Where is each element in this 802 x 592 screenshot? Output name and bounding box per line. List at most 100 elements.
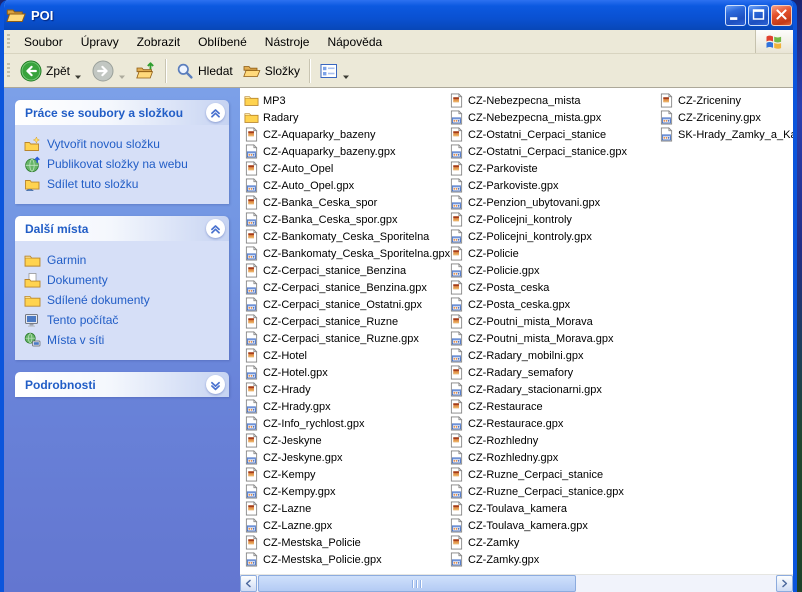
search-button[interactable]: Hledat — [171, 60, 238, 82]
task-link[interactable]: Publikovat složky na webu — [24, 154, 225, 174]
panel-header[interactable]: Podrobnosti — [15, 372, 229, 397]
chevron-up-icon[interactable] — [206, 219, 225, 238]
file-item[interactable]: CZ-Nebezpecna_mista — [449, 92, 654, 109]
task-link[interactable]: Sdílet tuto složku — [24, 174, 225, 194]
scroll-right-button[interactable] — [776, 575, 793, 592]
task-link[interactable]: Tento počítač — [24, 310, 225, 330]
file-item[interactable]: CZ-Lazne — [244, 500, 449, 517]
file-item[interactable]: CZ-Info_rychlost.gpx — [244, 415, 449, 432]
file-item[interactable]: CZ-Cerpaci_stanice_Ruzne — [244, 313, 449, 330]
panel-header[interactable]: Další místa — [15, 216, 229, 241]
file-item[interactable]: CZ-Ruzne_Cerpaci_stanice.gpx — [449, 483, 654, 500]
file-item[interactable]: CZ-Zamky — [449, 534, 654, 551]
menu-item-1[interactable]: Úpravy — [72, 32, 128, 52]
chevron-down-icon[interactable] — [206, 375, 225, 394]
file-item[interactable]: CZ-Poutni_mista_Morava — [449, 313, 654, 330]
file-item[interactable]: CZ-Kempy.gpx — [244, 483, 449, 500]
menubar-grip[interactable] — [7, 34, 10, 50]
file-item[interactable]: CZ-Lazne.gpx — [244, 517, 449, 534]
file-item[interactable]: CZ-Auto_Opel.gpx — [244, 177, 449, 194]
file-item[interactable]: CZ-Ostatni_Cerpaci_stanice — [449, 126, 654, 143]
poi-file-icon — [244, 433, 259, 448]
file-item[interactable]: CZ-Policie.gpx — [449, 262, 654, 279]
file-item[interactable]: CZ-Radary_stacionarni.gpx — [449, 381, 654, 398]
scrollbar-thumb[interactable] — [258, 575, 576, 592]
back-button[interactable]: Zpět — [15, 58, 87, 84]
file-item[interactable]: CZ-Nebezpecna_mista.gpx — [449, 109, 654, 126]
file-item[interactable]: CZ-Policejni_kontroly.gpx — [449, 228, 654, 245]
file-item[interactable]: CZ-Poutni_mista_Morava.gpx — [449, 330, 654, 347]
maximize-button[interactable] — [748, 5, 769, 26]
task-link[interactable]: Garmin — [24, 250, 225, 270]
file-item[interactable]: CZ-Radary_semafory — [449, 364, 654, 381]
file-item[interactable]: CZ-Hotel — [244, 347, 449, 364]
file-item[interactable]: CZ-Cerpaci_stanice_Ruzne.gpx — [244, 330, 449, 347]
minimize-button[interactable] — [725, 5, 746, 26]
file-item[interactable]: CZ-Zamky.gpx — [449, 551, 654, 568]
file-item[interactable]: CZ-Restaurace — [449, 398, 654, 415]
file-item[interactable]: CZ-Mestska_Policie.gpx — [244, 551, 449, 568]
scroll-left-button[interactable] — [240, 575, 257, 592]
file-name: CZ-Policejni_kontroly — [468, 214, 572, 226]
back-dropdown-caret[interactable] — [74, 68, 82, 76]
menu-item-3[interactable]: Oblíbené — [189, 32, 256, 52]
file-item[interactable]: CZ-Hrady.gpx — [244, 398, 449, 415]
file-item[interactable]: CZ-Ruzne_Cerpaci_stanice — [449, 466, 654, 483]
menu-item-5[interactable]: Nápověda — [318, 32, 391, 52]
file-item[interactable]: CZ-Restaurace.gpx — [449, 415, 654, 432]
task-link[interactable]: Vytvořit novou složku — [24, 134, 225, 154]
file-item[interactable]: CZ-Bankomaty_Ceska_Sporitelna — [244, 228, 449, 245]
task-link[interactable]: Sdílené dokumenty — [24, 290, 225, 310]
file-item[interactable]: CZ-Zriceniny — [659, 92, 793, 109]
file-item[interactable]: CZ-Posta_ceska — [449, 279, 654, 296]
file-item[interactable]: CZ-Jeskyne.gpx — [244, 449, 449, 466]
file-item[interactable]: CZ-Toulava_kamera.gpx — [449, 517, 654, 534]
file-item[interactable]: CZ-Banka_Ceska_spor.gpx — [244, 211, 449, 228]
panel-header[interactable]: Práce se soubory a složkou — [15, 100, 229, 125]
file-item[interactable]: CZ-Aquaparky_bazeny.gpx — [244, 143, 449, 160]
file-item[interactable]: CZ-Jeskyne — [244, 432, 449, 449]
poi-file-icon — [449, 127, 464, 142]
file-item[interactable]: CZ-Toulava_kamera — [449, 500, 654, 517]
views-button[interactable] — [315, 60, 355, 82]
file-item[interactable]: CZ-Radary_mobilni.gpx — [449, 347, 654, 364]
horizontal-scrollbar[interactable] — [240, 574, 793, 592]
file-item[interactable]: CZ-Aquaparky_bazeny — [244, 126, 449, 143]
file-item[interactable]: Radary — [244, 109, 449, 126]
file-item[interactable]: CZ-Policie — [449, 245, 654, 262]
file-item[interactable]: CZ-Ostatni_Cerpaci_stanice.gpx — [449, 143, 654, 160]
file-item[interactable]: CZ-Cerpaci_stanice_Ostatni.gpx — [244, 296, 449, 313]
publish-web-icon — [24, 156, 41, 173]
task-link[interactable]: Dokumenty — [24, 270, 225, 290]
file-item[interactable]: CZ-Bankomaty_Ceska_Sporitelna.gpx — [244, 245, 449, 262]
file-item[interactable]: CZ-Auto_Opel — [244, 160, 449, 177]
folders-button[interactable]: Složky — [238, 60, 305, 82]
file-item[interactable]: CZ-Hotel.gpx — [244, 364, 449, 381]
close-button[interactable] — [771, 5, 792, 26]
file-item[interactable]: CZ-Parkoviste.gpx — [449, 177, 654, 194]
file-item[interactable]: CZ-Posta_ceska.gpx — [449, 296, 654, 313]
file-item[interactable]: CZ-Cerpaci_stanice_Benzina.gpx — [244, 279, 449, 296]
forward-button[interactable] — [87, 58, 131, 84]
task-link[interactable]: Místa v síti — [24, 330, 225, 350]
file-item[interactable]: CZ-Rozhledny.gpx — [449, 449, 654, 466]
up-button[interactable] — [131, 59, 161, 83]
chevron-up-icon[interactable] — [206, 103, 225, 122]
file-item[interactable]: MP3 — [244, 92, 449, 109]
file-item[interactable]: CZ-Kempy — [244, 466, 449, 483]
file-item[interactable]: SK-Hrady_Zamky_a_Kast — [659, 126, 793, 143]
file-item[interactable]: CZ-Penzion_ubytovani.gpx — [449, 194, 654, 211]
file-item[interactable]: CZ-Rozhledny — [449, 432, 654, 449]
views-dropdown-caret[interactable] — [342, 68, 350, 76]
menu-item-0[interactable]: Soubor — [15, 32, 72, 52]
toolbar-grip[interactable] — [7, 63, 10, 79]
menu-item-2[interactable]: Zobrazit — [128, 32, 189, 52]
file-item[interactable]: CZ-Banka_Ceska_spor — [244, 194, 449, 211]
file-item[interactable]: CZ-Hrady — [244, 381, 449, 398]
file-item[interactable]: CZ-Zriceniny.gpx — [659, 109, 793, 126]
file-item[interactable]: CZ-Policejni_kontroly — [449, 211, 654, 228]
file-item[interactable]: CZ-Parkoviste — [449, 160, 654, 177]
file-item[interactable]: CZ-Cerpaci_stanice_Benzina — [244, 262, 449, 279]
file-item[interactable]: CZ-Mestska_Policie — [244, 534, 449, 551]
menu-item-4[interactable]: Nástroje — [256, 32, 319, 52]
